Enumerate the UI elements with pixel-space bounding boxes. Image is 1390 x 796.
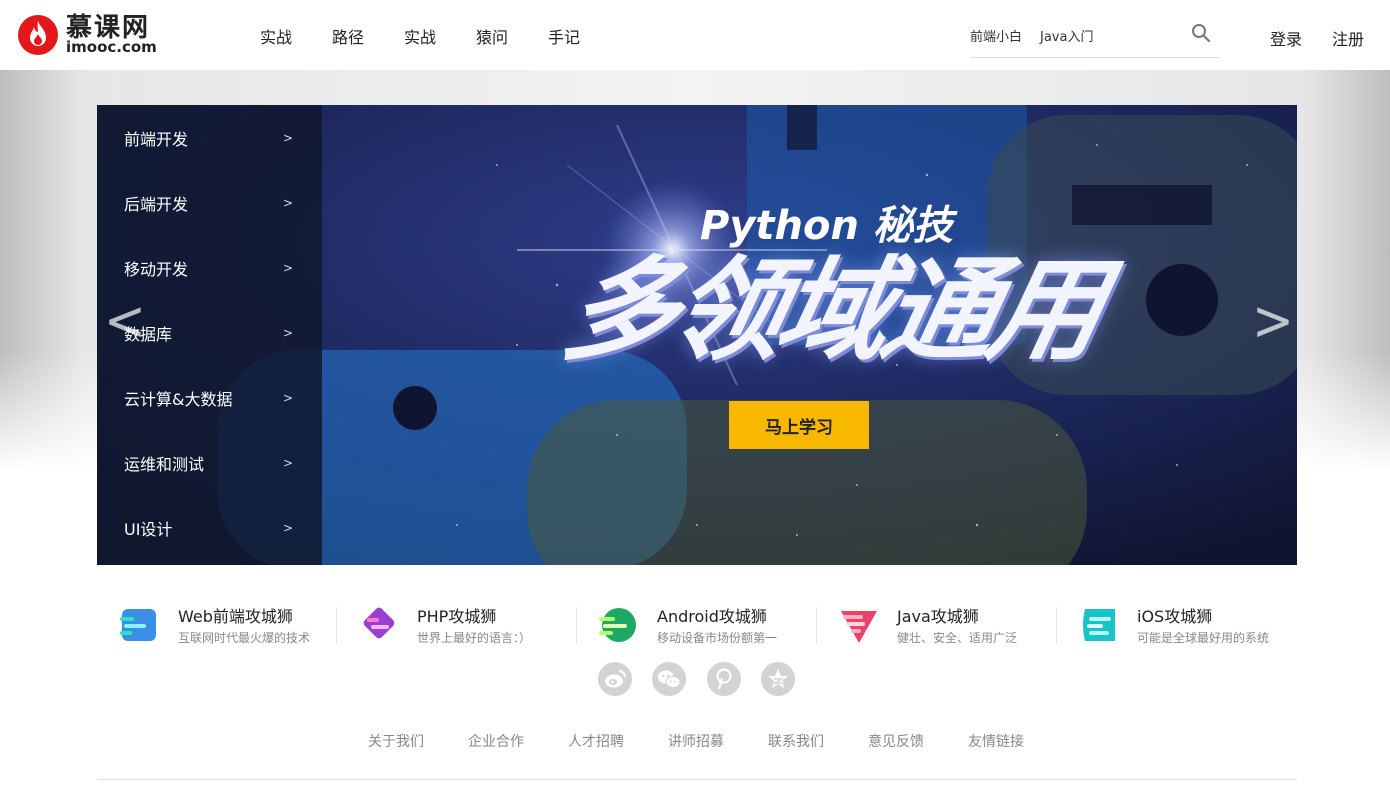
nav-item-shizhan[interactable]: 实战	[240, 24, 312, 48]
search-box: 前端小白 Java入门	[970, 20, 1220, 58]
sidebar-item-cloud[interactable]: 云计算&大数据 >	[97, 365, 322, 430]
footer-link-about[interactable]: 关于我们	[368, 731, 424, 751]
nav-item-yuanwen[interactable]: 猿问	[456, 24, 528, 48]
footer-link-teachers[interactable]: 讲师招募	[668, 731, 724, 751]
sidebar-item-label: 前端开发	[124, 129, 189, 149]
chevron-right-icon: >	[282, 325, 293, 340]
footer-link-business[interactable]: 企业合作	[468, 731, 524, 751]
chevron-right-icon: >	[282, 130, 293, 145]
web-frontend-icon	[120, 609, 156, 641]
banner-headline: 多领域通用	[553, 246, 1111, 376]
path-desc: 世界上最好的语言：）	[417, 631, 532, 645]
php-icon	[363, 607, 395, 639]
path-desc: 互联网时代最火爆的技术	[178, 631, 311, 645]
sidebar-item-ops[interactable]: 运维和测试 >	[97, 430, 322, 495]
path-web-frontend[interactable]: Web前端攻城狮 互联网时代最火爆的技术	[120, 603, 340, 645]
footer-links: 关于我们 企业合作 人才招聘 讲师招募 联系我们 意见反馈 友情链接	[368, 731, 1068, 751]
chevron-right-icon: >	[282, 195, 293, 210]
hot-tag-1[interactable]: 前端小白	[970, 26, 1022, 45]
path-title: Web前端攻城狮	[178, 607, 293, 626]
android-icon	[599, 608, 636, 642]
footer-link-friends[interactable]: 友情链接	[968, 731, 1024, 751]
sidebar-item-label: 移动开发	[124, 259, 189, 279]
sidebar-item-frontend[interactable]: 前端开发 >	[97, 105, 322, 170]
learn-now-button[interactable]: 马上学习	[729, 401, 869, 449]
chevron-right-icon: >	[282, 455, 293, 470]
divider	[576, 607, 577, 643]
path-desc: 健壮、安全、适用广泛	[897, 631, 1018, 645]
chevron-right-icon: >	[282, 260, 293, 275]
carousel-next-icon[interactable]: >	[1252, 289, 1294, 353]
path-java[interactable]: Java攻城狮 健壮、安全、适用广泛	[839, 603, 1059, 645]
banner-title: Python 秘技	[700, 203, 953, 249]
path-desc: 可能是全球最好用的系统	[1137, 631, 1270, 645]
hero-banner[interactable]: 前端开发 > 后端开发 > 移动开发 > 数据库 > 云计算&大数据 > 运维和…	[97, 105, 1297, 565]
sidebar-item-label: UI设计	[124, 519, 173, 539]
sidebar-item-label: 云计算&大数据	[124, 389, 233, 409]
career-paths: Web前端攻城狮 互联网时代最火爆的技术 PHP攻城狮 世界上最好的语言：） A…	[97, 565, 1297, 685]
pinterest-icon[interactable]	[707, 662, 741, 696]
chevron-right-icon: >	[282, 520, 293, 535]
divider	[336, 607, 337, 643]
qzone-icon[interactable]	[761, 662, 795, 696]
sidebar-item-backend[interactable]: 后端开发 >	[97, 170, 322, 235]
sidebar-item-label: 后端开发	[124, 194, 189, 214]
chevron-right-icon: >	[282, 390, 293, 405]
footer-link-contact[interactable]: 联系我们	[768, 731, 824, 751]
hot-tag-2[interactable]: Java入门	[1040, 26, 1093, 45]
path-title: iOS攻城狮	[1137, 607, 1213, 626]
carousel-prev-icon[interactable]: <	[104, 289, 146, 353]
path-php[interactable]: PHP攻城狮 世界上最好的语言：）	[359, 603, 579, 645]
main-nav: 实战 路径 实战 猿问 手记	[240, 24, 600, 48]
divider	[816, 607, 817, 643]
logo-text-en: imooc.com	[66, 38, 157, 56]
login-link[interactable]: 登录	[1270, 26, 1302, 50]
footer-divider	[97, 779, 1297, 780]
sidebar-item-ui[interactable]: UI设计 >	[97, 495, 322, 560]
path-title: PHP攻城狮	[417, 607, 497, 626]
path-title: Android攻城狮	[657, 607, 767, 626]
path-desc: 移动设备市场份额第一	[657, 631, 778, 645]
search-icon[interactable]	[1190, 22, 1214, 46]
footer-link-jobs[interactable]: 人才招聘	[568, 731, 624, 751]
path-android[interactable]: Android攻城狮 移动设备市场份额第一	[599, 603, 819, 645]
register-link[interactable]: 注册	[1332, 26, 1364, 50]
java-icon	[841, 611, 877, 643]
divider	[1056, 607, 1057, 643]
ios-icon	[1083, 609, 1115, 641]
wechat-icon[interactable]	[652, 662, 686, 696]
logo[interactable]: 慕课网 imooc.com	[18, 15, 157, 55]
footer-link-feedback[interactable]: 意见反馈	[868, 731, 924, 751]
path-ios[interactable]: iOS攻城狮 可能是全球最好用的系统	[1079, 603, 1299, 645]
nav-item-shouji[interactable]: 手记	[528, 24, 600, 48]
header: 慕课网 imooc.com 实战 路径 实战 猿问 手记 前端小白 Java入门…	[0, 0, 1390, 70]
flame-icon	[18, 15, 58, 55]
path-title: Java攻城狮	[897, 607, 979, 626]
nav-item-lujing[interactable]: 路径	[312, 24, 384, 48]
sidebar-item-label: 运维和测试	[124, 454, 205, 474]
nav-item-shizhan-2[interactable]: 实战	[384, 24, 456, 48]
weibo-icon[interactable]	[598, 662, 632, 696]
